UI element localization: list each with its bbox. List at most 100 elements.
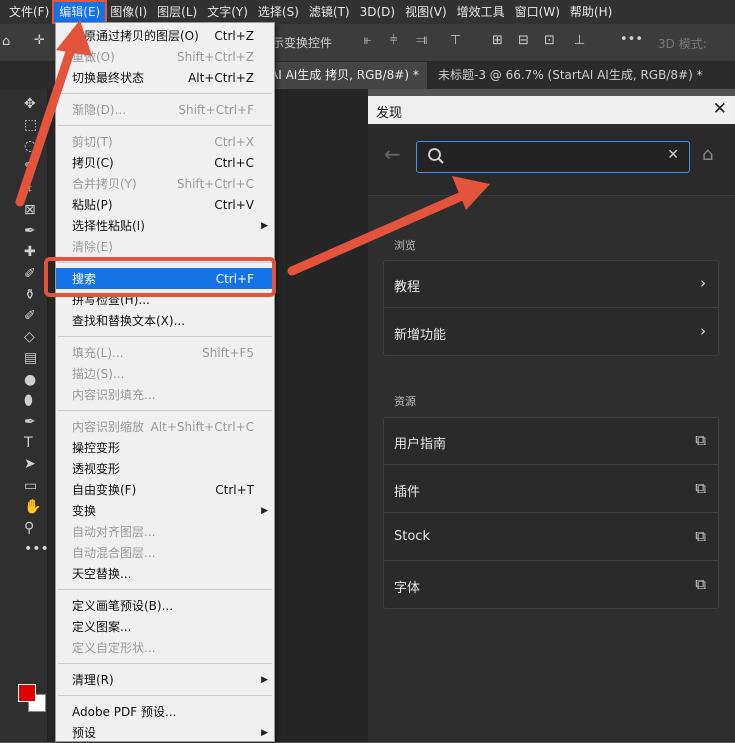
browse-item-whats-new[interactable]: 新增功能 › xyxy=(384,309,718,356)
edit-menu-item[interactable]: 透视变形 xyxy=(56,458,274,479)
menu-item-label: 粘贴(P) xyxy=(72,198,113,212)
clear-icon[interactable]: ✕ xyxy=(667,147,679,163)
show-transform-controls-label[interactable]: 示变换控件 xyxy=(272,34,332,51)
distribute-h-icon[interactable]: ⊡ xyxy=(544,33,555,48)
magic-wand-icon[interactable]: ✎ xyxy=(0,157,48,179)
type-icon[interactable]: T xyxy=(0,432,48,454)
edit-menu-item[interactable]: 还原通过拷贝的图层(O) Ctrl+Z xyxy=(56,25,274,46)
edit-menu-item[interactable]: 清理(R) ▶ xyxy=(56,669,274,690)
edit-menu-item: 定义自定形状... xyxy=(56,637,274,658)
eraser-icon[interactable]: ◇ xyxy=(0,326,48,348)
menu-item[interactable]: 选择(S) xyxy=(253,2,304,22)
browse-item-tutorials[interactable]: 教程 › xyxy=(384,261,718,308)
align-right-icon[interactable]: ⫥ xyxy=(416,33,427,48)
menu-item-label: 切换最终状态 xyxy=(72,71,145,85)
menu-item[interactable]: 窗口(W) xyxy=(510,2,565,22)
frame-icon[interactable]: ⊠ xyxy=(0,199,48,221)
resource-item-stock[interactable]: Stock ⧉ xyxy=(384,514,718,561)
menu-item[interactable]: 滤镜(T) xyxy=(304,2,355,22)
menu-bar: 文件(F) 编辑(E) 图像(I) 图层(L) 文字(Y) 选择(S) 滤镜(T) 3D(D)… xyxy=(0,0,735,24)
menu-item-shortcut: Ctrl+V xyxy=(214,197,254,212)
edit-menu-item[interactable]: 选择性粘贴(I) ▶ xyxy=(56,215,274,236)
align-bottom-icon[interactable]: ⊥ xyxy=(574,33,585,48)
browse-item-label: 新增功能 xyxy=(394,328,447,343)
menu-item-label: 预设 xyxy=(72,726,97,740)
menu-separator xyxy=(58,695,272,696)
distribute-icon[interactable]: ⊞ xyxy=(492,33,503,48)
resource-item-fonts[interactable]: 字体 ⧉ xyxy=(384,562,718,609)
blur-icon[interactable]: ● xyxy=(0,369,48,391)
brush-icon[interactable]: ✐ xyxy=(0,263,48,285)
more-icon[interactable]: ••• xyxy=(0,538,49,560)
home-icon[interactable]: ⌂ xyxy=(702,144,713,165)
edit-menu-item[interactable]: 定义图案... xyxy=(56,616,274,637)
search-input[interactable] xyxy=(449,146,659,168)
edit-menu-item[interactable]: Adobe PDF 预设... xyxy=(56,701,274,722)
menu-item-label: 变换 xyxy=(72,504,97,518)
align-top-icon[interactable]: ⊤ xyxy=(450,33,461,48)
menu-separator xyxy=(58,125,272,126)
align-left-icon[interactable]: ⫦ xyxy=(364,33,371,48)
external-link-icon: ⧉ xyxy=(695,431,706,449)
edit-menu-item[interactable]: 切换最终状态 Alt+Ctrl+Z xyxy=(56,67,274,88)
menu-item-shortcut: Shift+Ctrl+C xyxy=(176,176,254,191)
rectangle-icon[interactable]: ▭ xyxy=(0,475,48,497)
menu-item-shortcut: Ctrl+Z xyxy=(214,28,254,43)
menu-item[interactable]: 文字(Y) xyxy=(202,2,253,22)
move-tool-icon[interactable]: ✛ xyxy=(34,33,45,48)
edit-menu-item[interactable]: 天空替换... xyxy=(56,563,274,584)
move-icon[interactable]: ✥ xyxy=(0,93,48,115)
edit-menu-item[interactable]: 查找和替换文本(X)... xyxy=(56,310,274,331)
close-icon[interactable]: ✕ xyxy=(713,99,727,119)
more-options-icon[interactable]: ••• xyxy=(620,32,643,47)
menu-item[interactable]: 帮助(H) xyxy=(565,2,617,22)
menu-item[interactable]: 编辑(E) xyxy=(52,0,108,24)
edit-menu-item[interactable]: 操控变形 xyxy=(56,437,274,458)
search-field[interactable]: ✕ xyxy=(416,141,690,173)
menu-item-label: 操控变形 xyxy=(72,441,121,455)
tab-document-2[interactable]: 未标题-3 @ 66.7% (StartAI AI生成, RGB/8#) * xyxy=(430,62,711,89)
menu-item[interactable]: 文件(F) xyxy=(4,2,54,22)
hand-icon[interactable]: ✋ xyxy=(0,496,48,518)
distribute-v-icon[interactable]: ⊟ xyxy=(518,33,529,48)
submenu-arrow-icon: ▶ xyxy=(261,505,268,516)
edit-menu-item[interactable]: 预设 ▶ xyxy=(56,722,274,743)
zoom-icon[interactable]: ⚲ xyxy=(0,517,48,539)
healing-icon[interactable]: ✚ xyxy=(0,241,48,263)
menu-item[interactable]: 增效工具 xyxy=(452,2,510,22)
menu-item-label: 内容识别填充... xyxy=(72,388,156,402)
chevron-right-icon: › xyxy=(700,322,706,340)
eyedropper-icon[interactable]: ✒ xyxy=(0,220,48,242)
history-brush-icon[interactable]: ✐ xyxy=(0,305,48,327)
marquee-icon[interactable]: ⬚ xyxy=(0,114,48,136)
path-select-icon[interactable]: ➤ xyxy=(0,453,48,475)
edit-menu-dropdown: 还原通过拷贝的图层(O) Ctrl+Z 重做(O) Shift+Ctrl+Z 切换最终状… xyxy=(55,22,275,742)
foreground-color-swatch[interactable] xyxy=(18,684,36,702)
edit-menu-item[interactable]: 自由变换(F) Ctrl+T xyxy=(56,479,274,500)
menu-item-shortcut: Ctrl+C xyxy=(214,155,254,170)
menu-item[interactable]: 图层(L) xyxy=(152,2,202,22)
resource-item-label: 用户指南 xyxy=(394,437,447,452)
back-arrow-icon[interactable]: ← xyxy=(384,142,401,166)
crop-icon[interactable]: ⌗ xyxy=(0,178,48,200)
align-center-icon[interactable]: ⫩ xyxy=(390,33,397,48)
lasso-icon[interactable]: ◌ xyxy=(0,135,48,157)
menu-item-label: Adobe PDF 预设... xyxy=(72,705,177,719)
menu-item[interactable]: 3D(D) xyxy=(355,2,400,22)
home-tool-icon[interactable]: ⌂ xyxy=(2,34,10,49)
edit-menu-item[interactable]: 定义画笔预设(B)... xyxy=(56,595,274,616)
pen-icon[interactable]: ✒ xyxy=(0,411,48,433)
menu-item[interactable]: 图像(I) xyxy=(105,2,152,22)
stamp-icon[interactable]: ⚱ xyxy=(0,284,48,306)
tab-document-1[interactable]: AI AI生成 拷贝, RGB/8#) * xyxy=(262,62,427,89)
edit-menu-item[interactable]: 拷贝(C) Ctrl+C xyxy=(56,152,274,173)
menu-item[interactable]: 视图(V) xyxy=(400,2,452,22)
tools-panel: ✥ ⬚ ◌ ✎ ⌗ ⊠ ✒ ✚ ✐ ⚱ ✐ ◇ ▤ ● ⬮ ✒ T ➤ ▭ ✋ ⚲ ••• xyxy=(0,89,49,742)
gradient-icon[interactable]: ▤ xyxy=(0,347,48,369)
edit-menu-item[interactable]: 粘贴(P) Ctrl+V xyxy=(56,194,274,215)
edit-menu-item[interactable]: 变换 ▶ xyxy=(56,500,274,521)
resource-item-plugins[interactable]: 插件 ⧉ xyxy=(384,466,718,513)
dodge-icon[interactable]: ⬮ xyxy=(0,390,48,412)
resource-item-user-guide[interactable]: 用户指南 ⧉ xyxy=(384,418,718,465)
menu-item-shortcut: Alt+Ctrl+Z xyxy=(188,70,254,85)
